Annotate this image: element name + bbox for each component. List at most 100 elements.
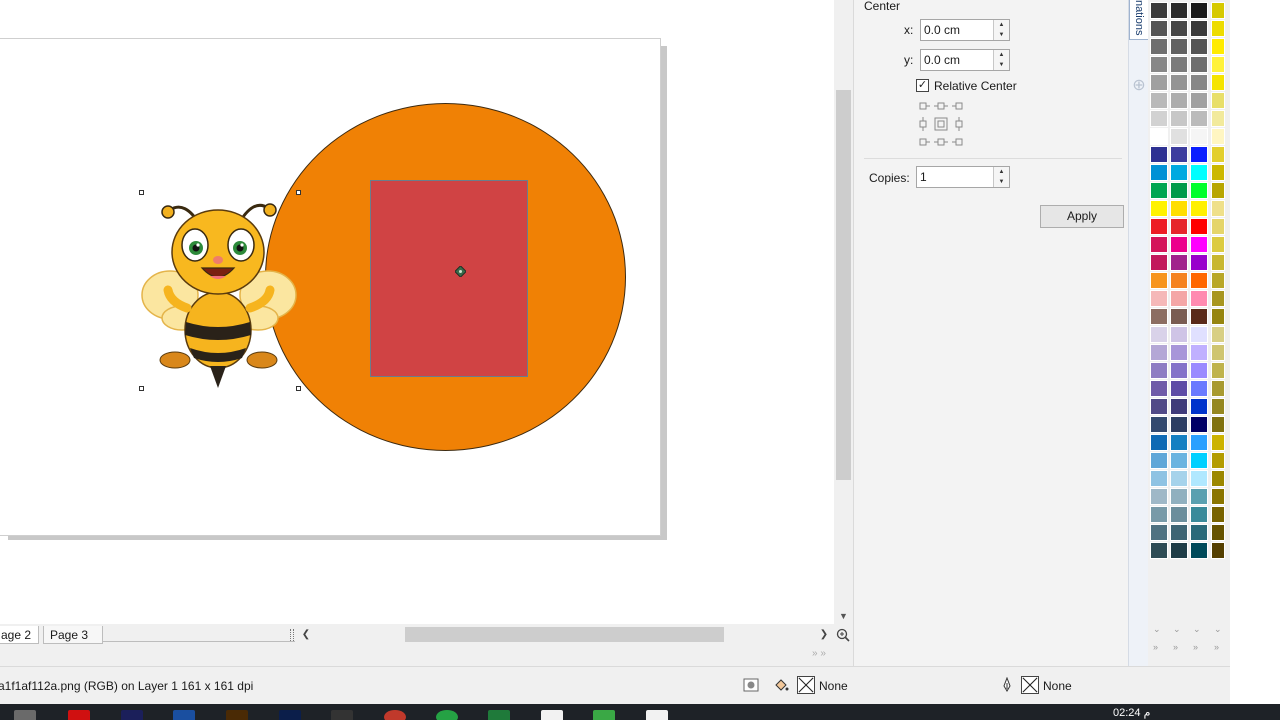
color-swatch[interactable] <box>1211 20 1225 37</box>
color-swatch[interactable] <box>1150 38 1168 55</box>
taskbar-app-icon[interactable] <box>488 710 510 720</box>
color-swatch[interactable] <box>1190 110 1208 127</box>
color-swatch[interactable] <box>1150 2 1168 19</box>
color-swatch[interactable] <box>1150 92 1168 109</box>
color-swatch[interactable] <box>1190 380 1208 397</box>
color-swatch[interactable] <box>1150 344 1168 361</box>
color-swatch[interactable] <box>1170 524 1188 541</box>
color-swatch[interactable] <box>1190 506 1208 523</box>
chevron-down-icon[interactable]: ⌄ <box>1193 624 1201 635</box>
color-swatch[interactable] <box>1190 272 1208 289</box>
color-swatch[interactable] <box>1170 2 1188 19</box>
color-swatch[interactable] <box>1190 362 1208 379</box>
color-swatch[interactable] <box>1170 434 1188 451</box>
color-swatch[interactable] <box>1170 542 1188 559</box>
zoom-navigator-icon[interactable] <box>835 627 851 643</box>
color-swatch[interactable] <box>1211 362 1225 379</box>
color-swatch[interactable] <box>1170 200 1188 217</box>
x-position-value[interactable]: 0.0 cm <box>924 23 960 37</box>
color-swatch[interactable] <box>1211 380 1225 397</box>
chevron-down-icon[interactable]: ⌄ <box>1153 624 1161 635</box>
color-swatch[interactable] <box>1150 146 1168 163</box>
double-chevron-icon[interactable]: » <box>1193 642 1198 652</box>
color-swatch[interactable] <box>1150 362 1168 379</box>
color-swatch[interactable] <box>1211 272 1225 289</box>
vertical-scroll-thumb[interactable] <box>836 90 851 480</box>
color-swatch[interactable] <box>1211 434 1225 451</box>
color-swatch[interactable] <box>1190 56 1208 73</box>
color-swatch[interactable] <box>1190 398 1208 415</box>
color-swatch[interactable] <box>1170 398 1188 415</box>
color-swatch[interactable] <box>1150 380 1168 397</box>
color-swatch[interactable] <box>1170 344 1188 361</box>
tab-splitter-handle[interactable] <box>290 629 294 641</box>
add-docker-icon[interactable]: ⊕ <box>1131 78 1147 94</box>
color-swatch[interactable] <box>1170 326 1188 343</box>
anchor-point-grid[interactable] <box>918 100 970 152</box>
color-swatch[interactable] <box>1150 74 1168 91</box>
color-swatch[interactable] <box>1170 164 1188 181</box>
color-swatch[interactable] <box>1211 236 1225 253</box>
color-swatch[interactable] <box>1211 2 1225 19</box>
color-swatch[interactable] <box>1170 506 1188 523</box>
color-swatch[interactable] <box>1150 398 1168 415</box>
red-rectangle-shape[interactable] <box>370 180 528 377</box>
color-swatch[interactable] <box>1150 290 1168 307</box>
color-swatch[interactable] <box>1190 416 1208 433</box>
spin-down-icon[interactable]: ▼ <box>994 60 1009 70</box>
apply-button[interactable]: Apply <box>1040 205 1124 228</box>
color-swatch[interactable] <box>1190 218 1208 235</box>
color-swatch[interactable] <box>1211 56 1225 73</box>
color-swatch[interactable] <box>1150 218 1168 235</box>
color-swatch[interactable] <box>1170 182 1188 199</box>
color-swatch[interactable] <box>1170 110 1188 127</box>
color-swatch[interactable] <box>1190 74 1208 91</box>
color-swatch[interactable] <box>1190 236 1208 253</box>
color-swatch[interactable] <box>1190 452 1208 469</box>
color-swatch[interactable] <box>1211 290 1225 307</box>
color-swatch[interactable] <box>1150 434 1168 451</box>
color-swatch[interactable] <box>1190 38 1208 55</box>
color-swatch[interactable] <box>1190 470 1208 487</box>
color-swatch[interactable] <box>1170 470 1188 487</box>
tab-transformations-label[interactable]: nations <box>1133 0 1145 35</box>
color-swatch[interactable] <box>1211 452 1225 469</box>
taskbar-app-icon[interactable] <box>646 710 668 720</box>
copies-field[interactable]: 1 ▲ ▼ <box>916 166 1010 188</box>
color-swatch[interactable] <box>1170 254 1188 271</box>
outline-pen-icon[interactable] <box>999 677 1015 693</box>
color-swatch[interactable] <box>1150 20 1168 37</box>
color-swatch[interactable] <box>1211 92 1225 109</box>
color-swatch[interactable] <box>1150 164 1168 181</box>
taskbar-app-icon[interactable] <box>436 710 458 720</box>
taskbar-app-icon[interactable] <box>593 710 615 720</box>
selection-handle-bottom-left[interactable] <box>139 386 144 391</box>
color-swatch[interactable] <box>1190 308 1208 325</box>
chevron-down-icon[interactable]: ⌄ <box>1173 624 1181 635</box>
color-swatch[interactable] <box>1150 452 1168 469</box>
color-swatch[interactable] <box>1190 200 1208 217</box>
spin-up-icon[interactable]: ▲ <box>994 50 1009 60</box>
color-swatch[interactable] <box>1190 182 1208 199</box>
relative-center-checkbox[interactable]: ✓ <box>916 79 929 92</box>
color-swatch[interactable] <box>1170 74 1188 91</box>
scroll-left-arrow-icon[interactable]: ❮ <box>300 627 312 643</box>
color-swatch[interactable] <box>1190 2 1208 19</box>
spin-up-icon[interactable]: ▲ <box>994 167 1009 177</box>
x-spinner[interactable]: ▲ ▼ <box>993 20 1009 40</box>
rotation-center-icon[interactable] <box>455 266 466 277</box>
fill-status-label[interactable]: None <box>819 679 848 693</box>
scroll-down-arrow-icon[interactable]: ▼ <box>836 608 851 624</box>
color-swatch[interactable] <box>1190 164 1208 181</box>
color-swatch[interactable] <box>1170 38 1188 55</box>
color-swatch[interactable] <box>1170 218 1188 235</box>
outline-status-label[interactable]: None <box>1043 679 1072 693</box>
x-position-field[interactable]: 0.0 cm ▲ ▼ <box>920 19 1010 41</box>
double-chevron-icon[interactable]: » <box>1153 642 1158 652</box>
color-swatch[interactable] <box>1190 254 1208 271</box>
color-swatch[interactable] <box>1150 488 1168 505</box>
color-swatch[interactable] <box>1150 272 1168 289</box>
color-proof-icon[interactable] <box>743 677 759 693</box>
color-swatch[interactable] <box>1211 398 1225 415</box>
color-swatch[interactable] <box>1170 146 1188 163</box>
